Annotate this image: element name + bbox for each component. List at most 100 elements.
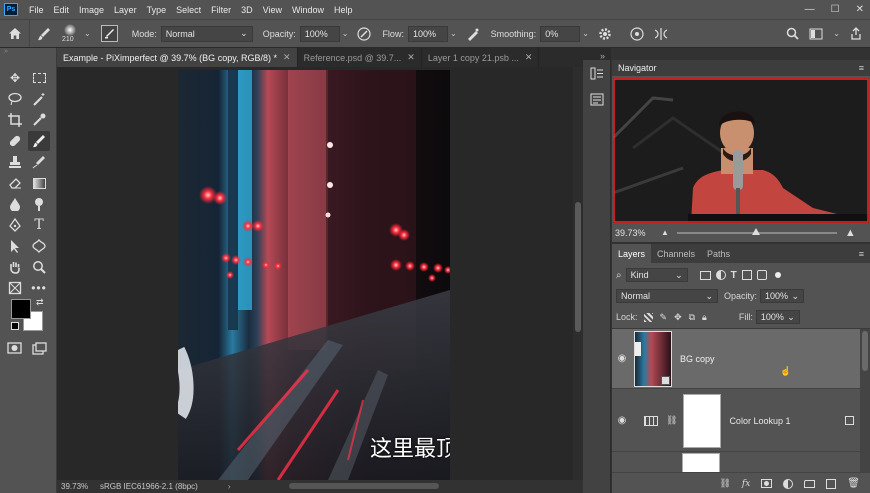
blur-tool-icon[interactable] [4, 194, 26, 214]
tab-layers[interactable]: Layers [612, 244, 652, 263]
dodge-tool-icon[interactable] [28, 194, 50, 214]
lock-pixels-icon[interactable]: ✎ [660, 312, 668, 323]
panel-menu-icon[interactable]: ≡ [859, 249, 864, 259]
panel-collapse-icon[interactable]: » [0, 48, 57, 60]
layer-color-lookup[interactable]: ◉ ⛓︎ Color Lookup 1 [612, 390, 860, 452]
tab-channels[interactable]: Channels [651, 244, 701, 263]
menu-image[interactable]: Image [74, 5, 109, 15]
new-layer-icon[interactable] [826, 478, 837, 489]
new-group-icon[interactable] [804, 479, 816, 488]
link-layers-icon[interactable]: ⛓︎ [719, 478, 730, 489]
zoom-slider-thumb[interactable] [751, 227, 760, 235]
navigator-zoom-value[interactable]: 39.73% [615, 228, 655, 238]
smoothing-input[interactable]: 0% [540, 25, 581, 42]
hand-tool-icon[interactable] [4, 257, 26, 277]
history-brush-tool-icon[interactable] [28, 152, 50, 172]
document-canvas[interactable]: 这里最顶层 [178, 70, 450, 480]
clipping-icon[interactable] [845, 416, 854, 425]
tab-reference[interactable]: Reference.psd @ 39.7... ✕ [298, 48, 422, 67]
zoom-in-icon[interactable]: ▲ [845, 227, 856, 239]
filter-smart-object-icon[interactable] [756, 270, 767, 280]
scroll-thumb[interactable] [575, 202, 581, 332]
path-selection-tool-icon[interactable] [4, 236, 26, 256]
navigator-preview[interactable] [613, 78, 869, 223]
screen-mode-icon[interactable] [28, 338, 50, 358]
gear-icon[interactable] [595, 24, 615, 44]
menu-3d[interactable]: 3D [236, 5, 258, 15]
quick-mask-icon[interactable] [3, 338, 25, 358]
close-tab-icon[interactable]: ✕ [407, 52, 415, 63]
layers-scrollbar[interactable] [860, 329, 870, 473]
menu-edit[interactable]: Edit [49, 5, 75, 15]
brush-tool-icon[interactable] [28, 131, 50, 151]
frame-tool-icon[interactable] [4, 278, 26, 298]
zoom-out-icon[interactable]: ▲ [661, 228, 669, 237]
chevron-down-icon[interactable]: ⌄ [84, 29, 91, 38]
type-tool-icon[interactable]: T [28, 215, 50, 235]
add-mask-icon[interactable] [761, 479, 773, 488]
lock-transparent-icon[interactable] [643, 312, 653, 322]
airbrush-icon[interactable] [463, 24, 483, 44]
opacity-input[interactable]: 100% [299, 25, 340, 42]
status-zoom[interactable]: 39.73% [61, 482, 97, 491]
canvas-area[interactable]: 这里最顶层 [57, 67, 573, 480]
flow-input[interactable]: 100% [407, 25, 448, 42]
new-adjustment-icon[interactable] [783, 478, 794, 489]
more-tools-icon[interactable]: ••• [28, 278, 50, 298]
chevron-down-icon[interactable]: ⌄ [450, 29, 457, 38]
filter-pixel-icon[interactable] [699, 270, 711, 280]
magic-wand-tool-icon[interactable] [28, 89, 50, 109]
menu-layer[interactable]: Layer [109, 5, 142, 15]
clone-stamp-tool-icon[interactable] [4, 152, 26, 172]
symmetry-icon[interactable] [649, 24, 673, 44]
menu-filter[interactable]: Filter [206, 5, 236, 15]
pressure-opacity-icon[interactable] [354, 24, 374, 44]
lasso-tool-icon[interactable] [4, 89, 26, 109]
move-tool-icon[interactable]: ✥ [4, 68, 26, 88]
healing-brush-tool-icon[interactable] [4, 131, 26, 151]
eyedropper-tool-icon[interactable] [28, 110, 50, 130]
horizontal-scrollbar[interactable] [289, 483, 439, 489]
layer-opacity-input[interactable]: 100% ⌄ [760, 289, 805, 303]
status-expand-icon[interactable]: › [228, 482, 231, 491]
lock-position-icon[interactable]: ✥ [674, 312, 682, 323]
menu-help[interactable]: Help [329, 5, 358, 15]
workspace-icon[interactable] [809, 28, 823, 40]
zoom-tool-icon[interactable] [28, 257, 50, 277]
close-tab-icon[interactable]: ✕ [283, 52, 291, 63]
brush-preset-icon[interactable] [30, 20, 58, 47]
filter-kind-dropdown[interactable]: Kind ⌄ [625, 268, 688, 282]
tab-paths[interactable]: Paths [701, 244, 736, 263]
menu-file[interactable]: File [24, 5, 49, 15]
search-icon[interactable] [786, 27, 799, 40]
close-tab-icon[interactable]: ✕ [525, 52, 533, 63]
minimize-button[interactable]: — [805, 4, 815, 15]
maximize-button[interactable]: ☐ [831, 4, 840, 15]
crop-tool-icon[interactable] [4, 110, 26, 130]
layer-bg-copy[interactable]: ◉ BG copy ☝ [612, 329, 860, 389]
zoom-slider[interactable] [676, 227, 837, 235]
menu-select[interactable]: Select [171, 5, 206, 15]
pressure-size-icon[interactable] [625, 24, 649, 44]
fill-input[interactable]: 100% ⌄ [755, 310, 800, 324]
chevron-down-icon[interactable]: ⌄ [342, 29, 349, 38]
mode-dropdown[interactable]: Normal ⌄ [160, 25, 253, 42]
gradient-tool-icon[interactable] [28, 173, 50, 193]
chevron-down-icon[interactable]: ⌄ [833, 29, 840, 38]
tab-example[interactable]: Example - PiXimperfect @ 39.7% (BG copy,… [57, 48, 298, 67]
pen-tool-icon[interactable] [4, 215, 26, 235]
share-icon[interactable] [850, 27, 862, 40]
layer-name[interactable]: Color Lookup 1 [729, 416, 790, 426]
brush-settings-icon[interactable] [100, 25, 118, 42]
tab-layer-copy[interactable]: Layer 1 copy 21.psb ... ✕ [422, 48, 540, 67]
delete-layer-icon[interactable]: 🗑︎ [847, 478, 860, 489]
filter-type-icon[interactable]: T [731, 270, 737, 281]
foreground-color-swatch[interactable] [11, 299, 31, 319]
lock-all-icon[interactable]: 🔒︎ [702, 312, 707, 323]
layer-style-icon[interactable]: fx [742, 479, 750, 489]
brush-size-picker[interactable]: 210 [58, 20, 84, 47]
layer-name[interactable]: BG copy [680, 354, 715, 364]
menu-window[interactable]: Window [287, 5, 329, 15]
vertical-scrollbar[interactable] [573, 67, 583, 480]
blend-mode-dropdown[interactable]: Normal ⌄ [616, 289, 718, 303]
